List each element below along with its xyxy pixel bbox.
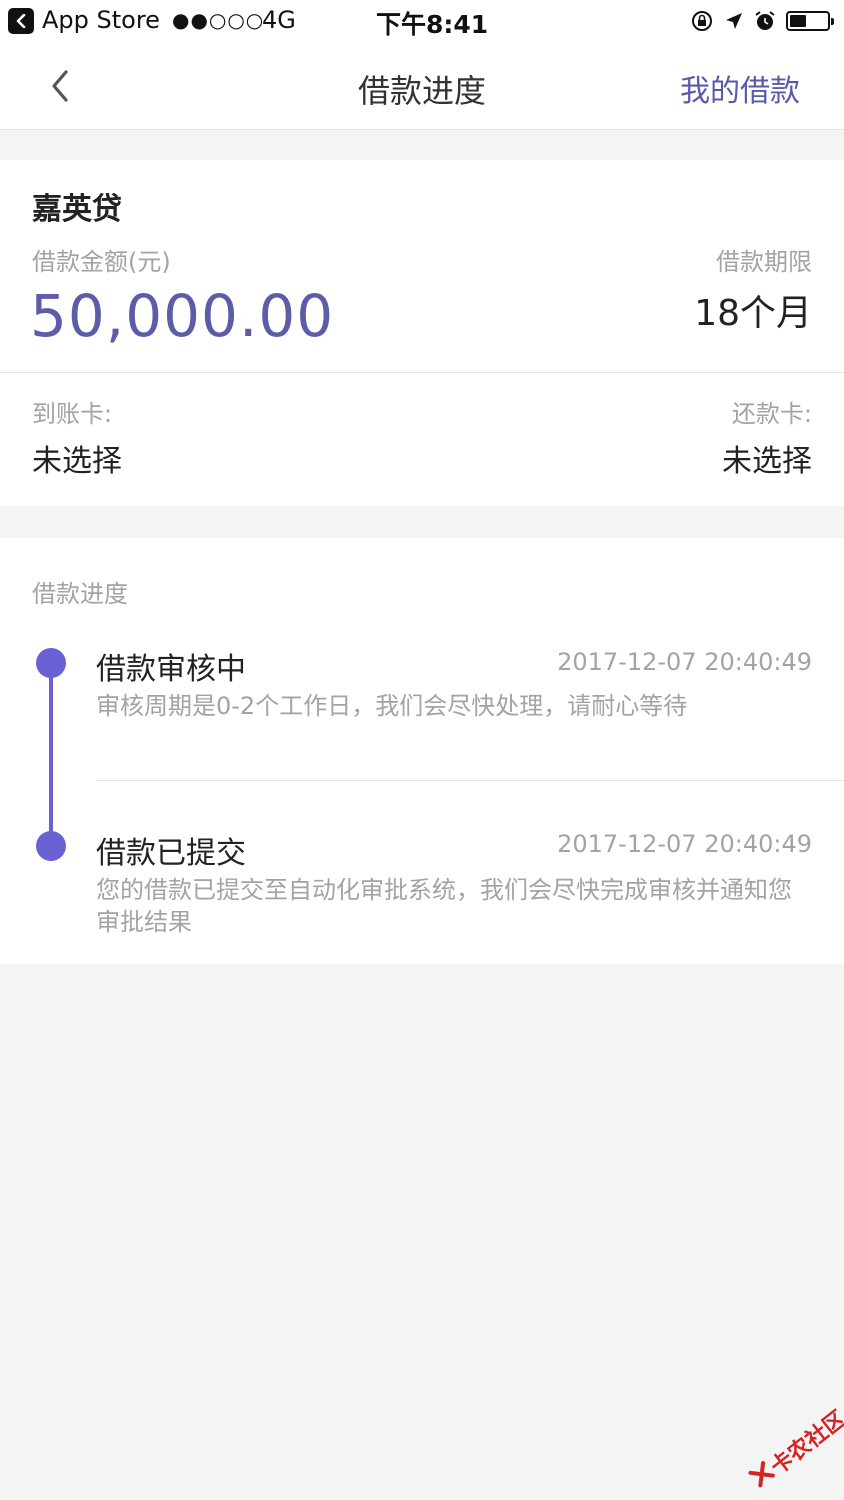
watermark-text: 卡农社区 [766, 1406, 844, 1481]
product-name: 嘉英贷 [32, 192, 122, 227]
step-time: 2017-12-07 20:40:49 [557, 648, 812, 676]
step-title: 借款审核中 [96, 652, 246, 687]
amount-label: 借款金额(元) [32, 248, 171, 276]
step-description: 您的借款已提交至自动化审批系统，我们会尽快完成审核并通知您审批结果 [96, 876, 792, 936]
loan-summary-card: 嘉英贷 借款金额(元) 50,000.00 借款期限 18个月 到账卡: 未选择… [0, 160, 844, 506]
progress-section-title: 借款进度 [32, 580, 128, 608]
progress-card: 借款进度 借款审核中 2017-12-07 20:40:49 审核周期是0-2个… [0, 538, 844, 964]
clock: 下午8:41 [376, 10, 489, 39]
term-label: 借款期限 [716, 248, 812, 276]
alarm-icon [755, 11, 775, 30]
timeline-dot [36, 648, 66, 678]
receive-card-label: 到账卡: [32, 400, 113, 428]
status-bar: App Store ●●○○○ 4G 下午8:41 [0, 0, 844, 44]
step-description: 审核周期是0-2个工作日，我们会尽快处理，请耐心等待 [96, 692, 688, 720]
rotation-lock-icon [692, 11, 712, 31]
timeline-line [49, 662, 53, 848]
signal-strength: ●●○○○ [172, 8, 265, 32]
timeline-dot [36, 831, 66, 861]
location-icon [726, 13, 742, 29]
repay-card-label: 还款卡: [731, 400, 812, 428]
divider [0, 372, 844, 373]
step-title: 借款已提交 [96, 836, 246, 871]
loan-amount: 50,000.00 [30, 282, 335, 350]
back-app-label[interactable]: App Store [42, 6, 160, 34]
loan-term: 18个月 [694, 293, 812, 334]
my-loans-link[interactable]: 我的借款 [680, 66, 800, 110]
network-type: 4G [262, 6, 296, 34]
nav-bar: 借款进度 我的借款 [0, 44, 844, 130]
divider [96, 780, 844, 781]
watermark: 卡农社区 [734, 1394, 844, 1500]
battery-icon [786, 11, 834, 31]
repay-card-value[interactable]: 未选择 [722, 436, 812, 480]
step-time: 2017-12-07 20:40:49 [557, 830, 812, 858]
receive-card-value[interactable]: 未选择 [32, 436, 122, 480]
back-to-app-icon[interactable] [8, 8, 34, 34]
